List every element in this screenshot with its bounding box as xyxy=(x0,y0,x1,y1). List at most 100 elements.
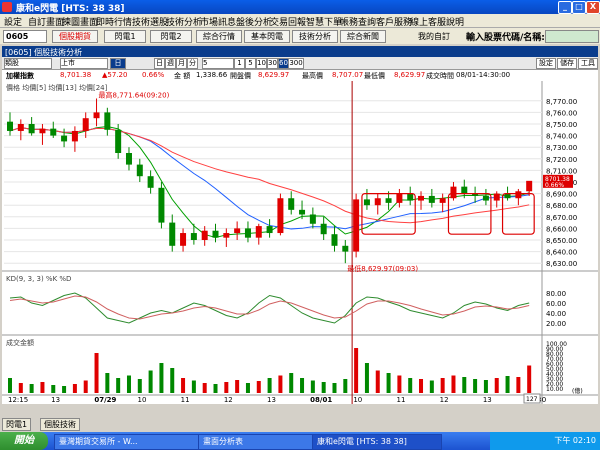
panel-header: [0605] 個股技術分析 xyxy=(2,46,598,57)
scale-button-0[interactable]: 1 xyxy=(234,58,245,69)
toolbar-button-5[interactable]: 技術分析 xyxy=(292,30,338,43)
volume-bar-29 xyxy=(321,382,326,393)
window-title: 康和e閃電 [HTS: 38 38] xyxy=(16,4,125,14)
menu-item-5[interactable]: 技術分析 xyxy=(166,15,202,28)
clock: 下午 02:10 xyxy=(554,436,596,445)
volume-bar-34 xyxy=(375,370,380,393)
low-annotation: 最低8,629.97(09:03) xyxy=(347,264,418,273)
favorites-link[interactable]: 我的自訂 xyxy=(418,31,450,42)
scale-button-3[interactable]: 30 xyxy=(267,58,278,69)
price-tick-13: 8,640.00 xyxy=(546,249,577,257)
toolbar-button-4[interactable]: 基本閃電 xyxy=(244,30,290,43)
close-button[interactable]: X xyxy=(586,1,600,14)
volume-bar-45 xyxy=(494,378,499,393)
toolbar-button-6[interactable]: 綜合新聞 xyxy=(340,30,386,43)
price-tick-4: 8,730.00 xyxy=(546,144,577,152)
open-label: 開盤價 xyxy=(230,72,251,80)
period-select[interactable]: 日 xyxy=(110,58,126,69)
menu-item-2[interactable]: 揀圖畫面 xyxy=(62,15,98,28)
candle-body-44 xyxy=(482,195,489,201)
open-value: 8,629.97 xyxy=(258,71,290,79)
candle-body-36 xyxy=(396,193,403,203)
menu-item-8[interactable]: 交易回報 xyxy=(270,15,306,28)
stock-code-select[interactable]: 0605 xyxy=(3,30,47,43)
candle-body-27 xyxy=(299,209,306,215)
candle-body-46 xyxy=(504,193,511,199)
start-button[interactable]: 開始 xyxy=(0,432,48,450)
windows-taskbar: 開始 臺灣期貨交易所 - W... 畫面分析表 康和e閃電 [HTS: 38 38]… xyxy=(0,432,600,450)
scale-button-1[interactable]: 5 xyxy=(245,58,256,69)
toolbar-button-1[interactable]: 閃電1 xyxy=(104,30,146,43)
period-button-1[interactable]: 週 xyxy=(165,58,176,69)
volume-bar-27 xyxy=(300,378,305,393)
candle-body-38 xyxy=(418,195,425,201)
technical-chart[interactable]: 8,770.00 8,760.00 8,750.00 8,740.00 8,730.00… xyxy=(2,81,598,404)
volume-bar-48 xyxy=(527,365,532,393)
price-tick-5: 8,720.00 xyxy=(546,156,577,164)
bottom-tab-0[interactable]: 閃電1 xyxy=(2,418,32,431)
menu-item-12[interactable]: 線上客服 xyxy=(410,15,446,28)
x-label-1: 13 xyxy=(51,396,60,404)
price-tick-14: 8,630.00 xyxy=(546,260,577,268)
x-label-0: 12:15 xyxy=(8,396,28,404)
menu-item-3[interactable]: 即時行情 xyxy=(96,15,132,28)
candle-body-18 xyxy=(201,230,208,240)
candle-body-31 xyxy=(342,245,349,252)
panel-button-0[interactable]: 設定 xyxy=(536,58,556,69)
menu-item-0[interactable]: 設定 xyxy=(4,15,22,28)
toolbar-button-3[interactable]: 綜合行情 xyxy=(196,30,242,43)
chart-area[interactable]: 8,770.00 8,760.00 8,750.00 8,740.00 8,730.00… xyxy=(2,81,598,404)
menu-item-4[interactable]: 技術選股 xyxy=(132,15,168,28)
x-label-10: 12 xyxy=(440,396,449,404)
taskbar-item-1[interactable]: 畫面分析表 xyxy=(198,434,318,450)
panel-button-2[interactable]: 工具 xyxy=(578,58,598,69)
menu-item-1[interactable]: 自訂畫面 xyxy=(28,15,64,28)
menu-item-11[interactable]: 客戶服務 xyxy=(376,15,412,28)
x-label-5: 12 xyxy=(224,396,233,404)
candle-body-3 xyxy=(39,128,46,134)
candle-body-16 xyxy=(180,233,187,246)
bottom-tab-1[interactable]: 個股技術 xyxy=(40,418,80,431)
candle-body-4 xyxy=(50,128,57,136)
candle-body-15 xyxy=(169,222,176,246)
menu-item-13[interactable]: 說明 xyxy=(446,15,464,28)
panel-button-1[interactable]: 儲存 xyxy=(557,58,577,69)
menu-item-9[interactable]: 智慧下單 xyxy=(306,15,342,28)
candle-body-40 xyxy=(439,198,446,203)
minimize-button[interactable]: _ xyxy=(558,1,572,14)
search-input[interactable] xyxy=(545,30,599,43)
period-button-2[interactable]: 月 xyxy=(176,58,187,69)
candle-body-8 xyxy=(93,112,100,119)
menu-item-10[interactable]: 帳務查詢 xyxy=(340,15,376,28)
search-label: 輸入股票代碼/名稱: xyxy=(466,33,545,43)
maximize-button[interactable]: □ xyxy=(572,1,586,14)
period-button-0[interactable]: 日 xyxy=(154,58,165,69)
volume-bar-43 xyxy=(473,379,478,393)
extra-scale-button[interactable]: 300 xyxy=(288,58,304,69)
menu-item-7[interactable]: 盤後分析 xyxy=(236,15,272,28)
period-button-3[interactable]: 分 xyxy=(187,58,198,69)
last-pct-text: 0.66% xyxy=(545,182,564,189)
volume-bar-6 xyxy=(72,384,77,393)
market-select[interactable]: 類股 xyxy=(4,58,52,69)
x-label-11: 13 xyxy=(483,396,492,404)
candle-body-47 xyxy=(515,191,522,199)
toolbar-button-2[interactable]: 閃電2 xyxy=(150,30,192,43)
toolbar-button-0[interactable]: 個股期貨 xyxy=(52,30,98,43)
price-tick-11: 8,660.00 xyxy=(546,225,577,233)
volume-bar-25 xyxy=(278,375,283,393)
candle-body-21 xyxy=(234,228,241,234)
minutes-select[interactable]: 5 xyxy=(202,58,234,69)
taskbar-item-2[interactable]: 康和e閃電 [HTS: 38 38] xyxy=(312,434,442,450)
candle-body-28 xyxy=(309,214,316,224)
kd-tick-0: 80.00 xyxy=(546,290,566,298)
volume-bar-2 xyxy=(29,384,34,393)
menu-item-6[interactable]: 市場訊息 xyxy=(200,15,236,28)
candle-body-22 xyxy=(244,228,251,238)
taskbar-item-0[interactable]: 臺灣期貨交易所 - W... xyxy=(54,434,204,450)
x-label-7: 08/01 xyxy=(310,396,332,404)
exchange-select[interactable]: 上市 xyxy=(60,58,108,69)
scale-button-2[interactable]: 10 xyxy=(256,58,267,69)
volume-bar-40 xyxy=(440,378,445,393)
volume-bar-38 xyxy=(419,379,424,393)
